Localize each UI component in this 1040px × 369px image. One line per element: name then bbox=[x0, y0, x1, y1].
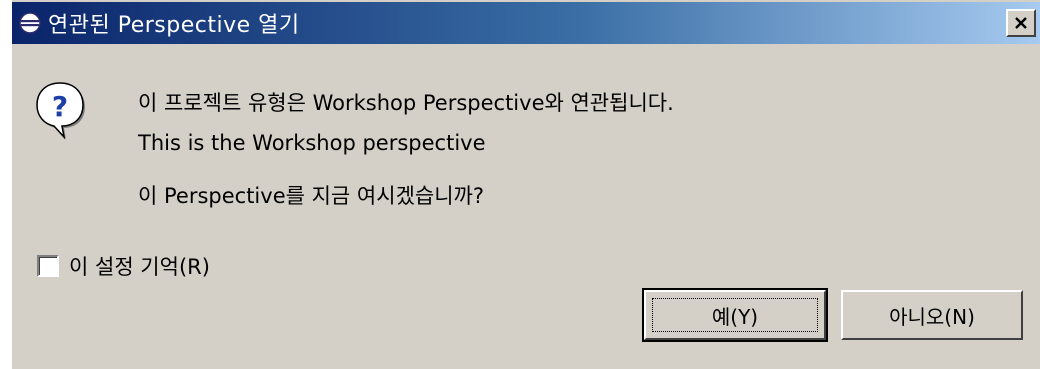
remember-setting-label: 이 설정 기억(R) bbox=[69, 255, 210, 279]
yes-button[interactable]: 예(Y) bbox=[642, 288, 828, 342]
dialog-window: 연관된 Perspective 열기 ? 이 프로젝트 유형은 Workshop… bbox=[10, 0, 1040, 369]
question-mark: ? bbox=[52, 90, 68, 123]
title-bar[interactable]: 연관된 Perspective 열기 bbox=[12, 2, 1040, 44]
no-button-label: 아니오(N) bbox=[889, 304, 975, 329]
window-title: 연관된 Perspective 열기 bbox=[48, 13, 300, 38]
close-button[interactable] bbox=[1006, 9, 1036, 37]
checkbox-box[interactable] bbox=[37, 255, 59, 277]
remember-setting-checkbox[interactable]: 이 설정 기억(R) bbox=[37, 251, 210, 281]
message-line-3: 이 Perspective를 지금 여시겠습니까? bbox=[138, 184, 484, 208]
close-icon bbox=[1015, 17, 1027, 29]
yes-button-label: 예(Y) bbox=[711, 304, 759, 329]
question-icon: ? bbox=[36, 82, 85, 140]
no-button[interactable]: 아니오(N) bbox=[841, 290, 1023, 340]
message-line-2: This is the Workshop perspective bbox=[138, 131, 486, 155]
eclipse-icon bbox=[19, 12, 41, 34]
message-line-1: 이 프로젝트 유형은 Workshop Perspective와 연관됩니다. bbox=[138, 91, 674, 115]
